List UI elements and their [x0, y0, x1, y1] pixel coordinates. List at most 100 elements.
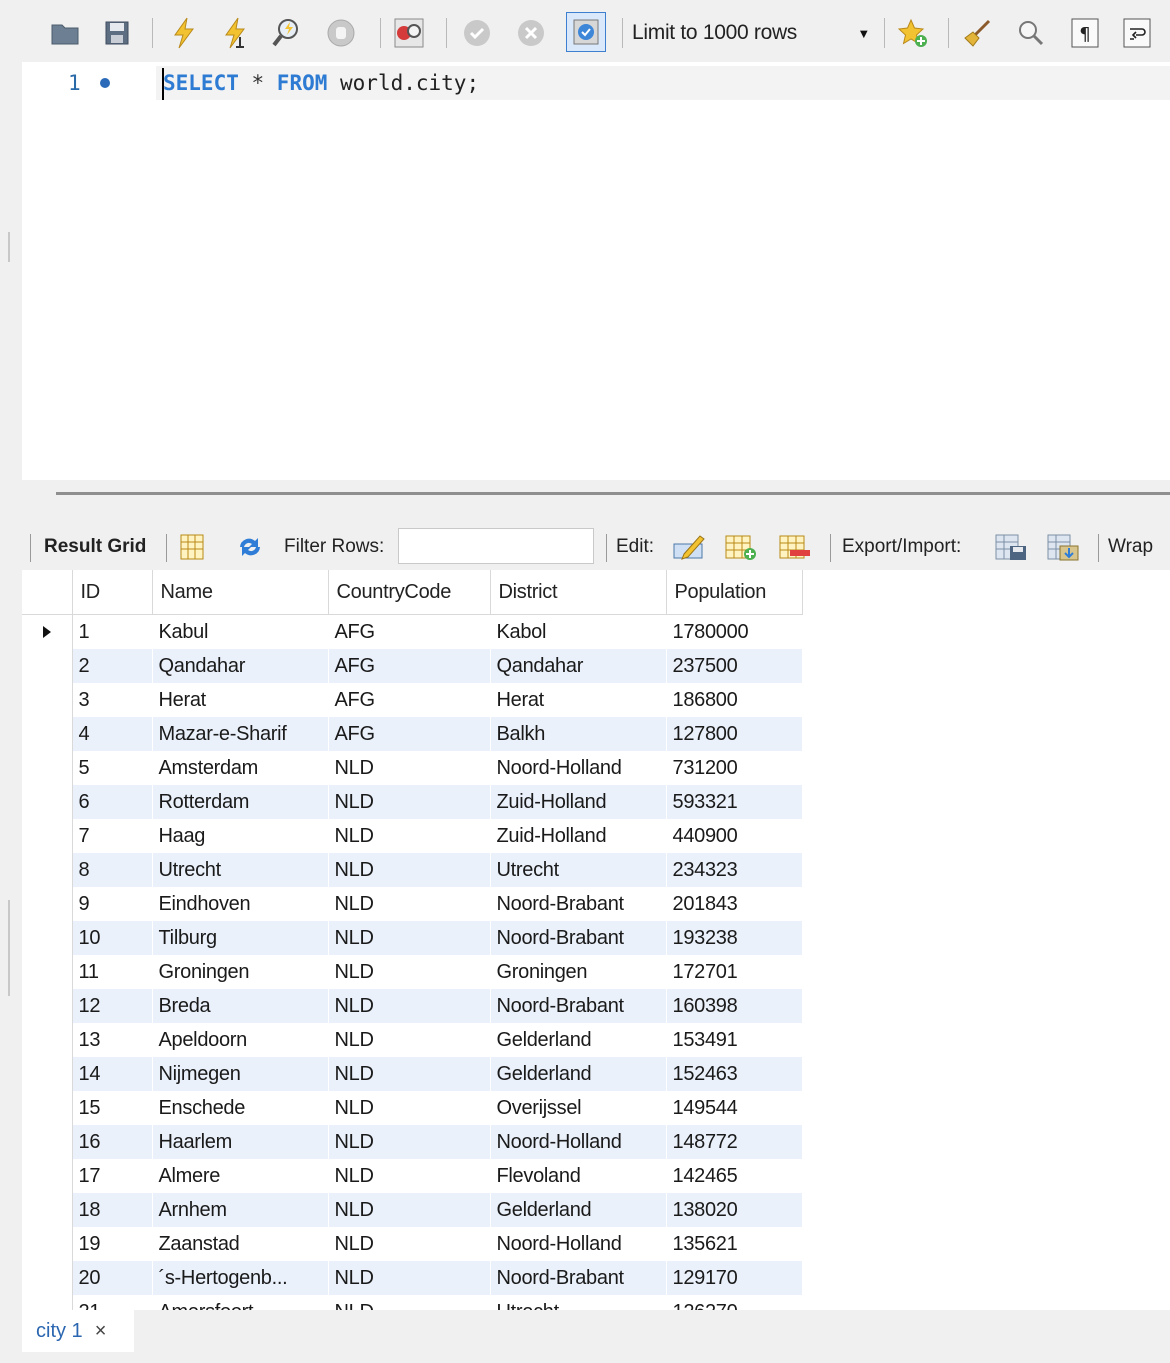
table-row[interactable]: 2 Qandahar AFG Qandahar 237500: [22, 649, 803, 683]
cell-name[interactable]: Herat: [152, 683, 329, 717]
table-row[interactable]: 4 Mazar-e-Sharif AFG Balkh 127800: [22, 717, 803, 751]
cell-countrycode[interactable]: NLD: [328, 1193, 491, 1227]
cell-population[interactable]: 172701: [666, 955, 803, 989]
cell-name[interactable]: Amsterdam: [152, 751, 329, 785]
cell-id[interactable]: 1: [72, 614, 153, 649]
cell-name[interactable]: Enschede: [152, 1091, 329, 1125]
table-row[interactable]: 11 Groningen NLD Groningen 172701: [22, 955, 803, 989]
cell-district[interactable]: Utrecht: [490, 853, 667, 887]
table-row[interactable]: 10 Tilburg NLD Noord-Brabant 193238: [22, 921, 803, 955]
toggle-invisible-chars-button[interactable]: ¶: [1068, 14, 1102, 52]
cell-countrycode[interactable]: NLD: [328, 785, 491, 819]
find-replace-button[interactable]: [1014, 14, 1048, 52]
table-row[interactable]: 13 Apeldoorn NLD Gelderland 153491: [22, 1023, 803, 1057]
cell-id[interactable]: 18: [72, 1193, 153, 1227]
cell-population[interactable]: 193238: [666, 921, 803, 955]
cell-countrycode[interactable]: NLD: [328, 819, 491, 853]
cell-countrycode[interactable]: NLD: [328, 1125, 491, 1159]
column-header-name[interactable]: Name: [152, 570, 329, 615]
cell-name[interactable]: Almere: [152, 1159, 329, 1193]
cell-name[interactable]: Mazar-e-Sharif: [152, 717, 329, 751]
toggle-autocommit-button[interactable]: [566, 12, 606, 52]
cell-population[interactable]: 129170: [666, 1261, 803, 1295]
cell-name[interactable]: Arnhem: [152, 1193, 329, 1227]
panel-splitter[interactable]: [56, 492, 1170, 495]
edit-current-row-button[interactable]: [672, 524, 706, 570]
limit-rows-select[interactable]: Limit to 1000 rows ▼: [632, 14, 872, 52]
cell-id[interactable]: 20: [72, 1261, 153, 1295]
row-selector[interactable]: [22, 649, 73, 683]
explain-plan-button[interactable]: [270, 14, 304, 52]
cell-countrycode[interactable]: NLD: [328, 1057, 491, 1091]
cell-name[interactable]: Groningen: [152, 955, 329, 989]
cell-id[interactable]: 16: [72, 1125, 153, 1159]
cell-district[interactable]: Balkh: [490, 717, 667, 751]
cell-id[interactable]: 9: [72, 887, 153, 921]
result-grid[interactable]: ID Name CountryCode District Population …: [22, 570, 1170, 1310]
row-selector[interactable]: [22, 1023, 73, 1057]
cell-population[interactable]: 135621: [666, 1227, 803, 1261]
row-selector[interactable]: [22, 1261, 73, 1295]
cell-name[interactable]: Amersfoort: [152, 1295, 329, 1310]
cell-name[interactable]: Tilburg: [152, 921, 329, 955]
execute-all-button[interactable]: [166, 14, 200, 52]
import-button[interactable]: [1046, 524, 1080, 570]
cell-district[interactable]: Noord-Holland: [490, 751, 667, 785]
save-script-button[interactable]: [100, 14, 134, 52]
cell-population[interactable]: 440900: [666, 819, 803, 853]
cell-name[interactable]: Utrecht: [152, 853, 329, 887]
cell-countrycode[interactable]: NLD: [328, 1261, 491, 1295]
cell-district[interactable]: Noord-Holland: [490, 1227, 667, 1261]
cell-name[interactable]: Nijmegen: [152, 1057, 329, 1091]
result-grid-tab[interactable]: Result Grid: [44, 524, 146, 570]
toggle-word-wrap-button[interactable]: [1120, 14, 1154, 52]
cell-district[interactable]: Kabol: [490, 614, 667, 649]
row-selector[interactable]: [22, 1057, 73, 1091]
cell-name[interactable]: Rotterdam: [152, 785, 329, 819]
toggle-columns-button[interactable]: [178, 524, 206, 570]
cell-name[interactable]: Kabul: [152, 614, 329, 649]
cell-name[interactable]: Apeldoorn: [152, 1023, 329, 1057]
cell-district[interactable]: Zuid-Holland: [490, 785, 667, 819]
open-sql-script-button[interactable]: [48, 14, 82, 52]
cell-countrycode[interactable]: NLD: [328, 1091, 491, 1125]
row-selector[interactable]: [22, 683, 73, 717]
cell-population[interactable]: 138020: [666, 1193, 803, 1227]
cell-population[interactable]: 731200: [666, 751, 803, 785]
table-row[interactable]: 5 Amsterdam NLD Noord-Holland 731200: [22, 751, 803, 785]
cell-district[interactable]: Noord-Brabant: [490, 989, 667, 1023]
row-selector[interactable]: [22, 785, 73, 819]
row-selector[interactable]: [22, 887, 73, 921]
table-row[interactable]: 6 Rotterdam NLD Zuid-Holland 593321: [22, 785, 803, 819]
table-row[interactable]: 1 Kabul AFG Kabol 1780000: [22, 614, 803, 649]
column-header-district[interactable]: District: [490, 570, 667, 615]
row-selector[interactable]: [22, 955, 73, 989]
table-row[interactable]: 16 Haarlem NLD Noord-Holland 148772: [22, 1125, 803, 1159]
cell-countrycode[interactable]: NLD: [328, 921, 491, 955]
cell-name[interactable]: Zaanstad: [152, 1227, 329, 1261]
wrap-cell-content-toggle[interactable]: Wrap: [1108, 524, 1153, 570]
cell-id[interactable]: 5: [72, 751, 153, 785]
stop-execution-button[interactable]: [324, 14, 358, 52]
cell-district[interactable]: Gelderland: [490, 1023, 667, 1057]
cell-population[interactable]: 1780000: [666, 614, 803, 649]
cell-id[interactable]: 10: [72, 921, 153, 955]
cell-countrycode[interactable]: NLD: [328, 853, 491, 887]
execute-current-statement-button[interactable]: [218, 14, 252, 52]
cell-district[interactable]: Flevoland: [490, 1159, 667, 1193]
cell-id[interactable]: 4: [72, 717, 153, 751]
sql-statement[interactable]: SELECT * FROM world.city;: [163, 66, 479, 100]
cell-district[interactable]: Overijssel: [490, 1091, 667, 1125]
table-row[interactable]: 8 Utrecht NLD Utrecht 234323: [22, 853, 803, 887]
cell-population[interactable]: 126270: [666, 1295, 803, 1310]
row-selector[interactable]: [22, 853, 73, 887]
cell-population[interactable]: 153491: [666, 1023, 803, 1057]
cell-population[interactable]: 127800: [666, 717, 803, 751]
row-selector[interactable]: [22, 1125, 73, 1159]
cell-countrycode[interactable]: AFG: [328, 683, 491, 717]
cell-district[interactable]: Gelderland: [490, 1193, 667, 1227]
delete-row-button[interactable]: [778, 524, 812, 570]
close-icon[interactable]: ×: [95, 1320, 107, 1343]
cell-id[interactable]: 6: [72, 785, 153, 819]
cell-countrycode[interactable]: AFG: [328, 614, 491, 649]
